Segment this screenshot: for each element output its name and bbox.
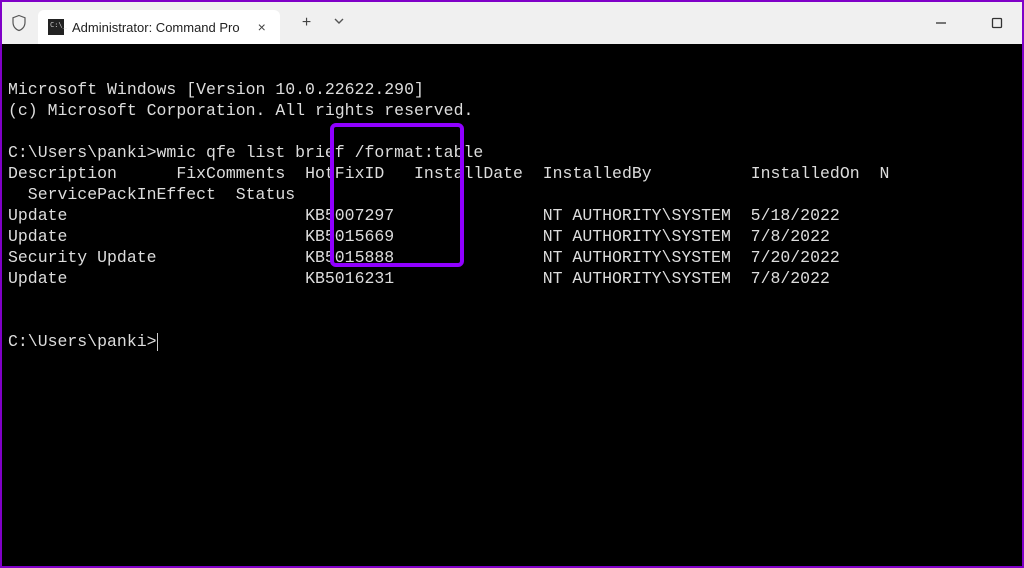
window-controls <box>924 2 1014 44</box>
table-header-row: Description FixComments HotFixID Install… <box>8 164 889 183</box>
table-header-wrap: ServicePackInEffect Status <box>8 185 295 204</box>
terminal-body[interactable]: Microsoft Windows [Version 10.0.22622.29… <box>2 44 1022 387</box>
maximize-button[interactable] <box>980 17 1014 29</box>
minimize-button[interactable] <box>924 17 958 29</box>
close-tab-button[interactable]: × <box>258 19 266 35</box>
prompt-path: C:\Users\panki> <box>8 143 157 162</box>
prompt-path-2: C:\Users\panki> <box>8 332 157 351</box>
tab-title: Administrator: Command Pro <box>72 20 240 35</box>
new-tab-button[interactable]: + <box>292 8 321 38</box>
terminal-icon <box>48 19 64 35</box>
table-row: Update KB5016231 NT AUTHORITY\SYSTEM 7/8… <box>8 269 830 288</box>
command-text: wmic qfe list brief /format:table <box>157 143 484 162</box>
titlebar: Administrator: Command Pro × + <box>2 2 1022 44</box>
shield-icon <box>10 13 28 33</box>
table-row: Update KB5007297 NT AUTHORITY\SYSTEM 5/1… <box>8 206 840 225</box>
banner-line-1: Microsoft Windows [Version 10.0.22622.29… <box>8 80 424 99</box>
tab-dropdown-button[interactable] <box>327 8 351 38</box>
cursor <box>157 333 159 351</box>
tab-command-prompt[interactable]: Administrator: Command Pro × <box>38 10 280 44</box>
table-row: Security Update KB5015888 NT AUTHORITY\S… <box>8 248 840 267</box>
table-row: Update KB5015669 NT AUTHORITY\SYSTEM 7/8… <box>8 227 830 246</box>
banner-line-2: (c) Microsoft Corporation. All rights re… <box>8 101 473 120</box>
